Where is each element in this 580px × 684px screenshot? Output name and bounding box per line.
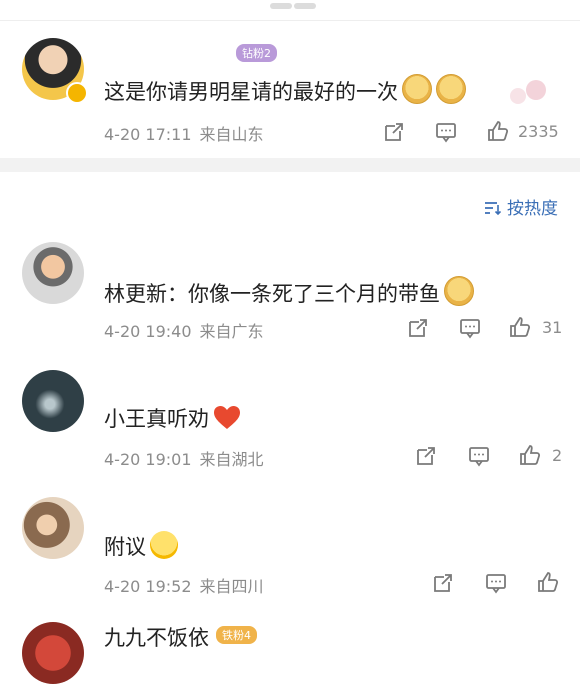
doge-emoji-icon [402, 74, 432, 104]
avatar[interactable] [22, 370, 84, 432]
like-count: 2 [552, 446, 563, 465]
comment-date: 4-20 19:52 [104, 577, 192, 596]
like-icon[interactable] [486, 119, 510, 143]
section-divider [0, 158, 580, 172]
laugh-emoji-icon [150, 531, 178, 559]
fan-badge: 铁粉4 [216, 626, 257, 644]
comment-meta: 4-20 19:40 来自广东 [104, 318, 272, 342]
comment-meta: 4-20 19:52 来自四川 [104, 573, 272, 597]
comment-meta: 4-20 17:11 来自山东 [104, 121, 272, 145]
avatar[interactable] [22, 242, 84, 304]
share-icon[interactable] [431, 571, 455, 595]
comment-location: 来自四川 [199, 577, 264, 596]
comment-text: 林更新：你像一条死了三个月的带鱼 [104, 276, 474, 308]
sort-label: 按热度 [507, 199, 558, 219]
decoration-icon [510, 80, 546, 104]
sort-icon [485, 202, 501, 216]
comment-text: 九九不饭依 [104, 626, 209, 650]
doge-emoji-icon [436, 74, 466, 104]
share-icon[interactable] [382, 120, 406, 144]
comment-text-content: 这是你请男明星请的最好的一次 [104, 80, 398, 104]
like-icon[interactable] [508, 315, 532, 339]
avatar[interactable] [22, 622, 84, 684]
comment-date: 4-20 17:11 [104, 125, 192, 144]
avatar[interactable] [22, 497, 84, 559]
top-bar-title-fragment [270, 0, 340, 9]
comment-location: 来自广东 [199, 322, 264, 341]
heart-emoji-icon [214, 406, 240, 429]
comment-date: 4-20 19:40 [104, 322, 192, 341]
reply-icon[interactable] [484, 571, 508, 595]
reply-icon[interactable] [434, 120, 458, 144]
share-icon[interactable] [414, 444, 438, 468]
like-count: 2335 [518, 122, 559, 141]
comment-text: 附议 [104, 531, 178, 561]
top-bar [0, 0, 580, 21]
like-icon[interactable] [518, 443, 542, 467]
like-count: 31 [542, 318, 563, 337]
comment-text-content: 小王真听劝 [104, 407, 209, 431]
fan-badge: 钻粉2 [236, 44, 277, 62]
reply-icon[interactable] [458, 316, 482, 340]
share-icon[interactable] [406, 316, 430, 340]
sort-by-heat-button[interactable]: 按热度 [483, 194, 558, 219]
verified-icon [66, 82, 88, 104]
comment-meta: 4-20 19:01 来自湖北 [104, 446, 272, 470]
comment-location: 来自山东 [199, 125, 264, 144]
comment-location: 来自湖北 [199, 450, 264, 469]
like-icon[interactable] [536, 570, 560, 594]
reply-icon[interactable] [467, 444, 491, 468]
doge-emoji-icon [444, 276, 474, 306]
comment-date: 4-20 19:01 [104, 450, 192, 469]
comment-text-content: 林更新：你像一条死了三个月的带鱼 [104, 282, 440, 306]
comment-text: 这是你请男明星请的最好的一次 [104, 74, 466, 106]
comment-text-content: 附议 [104, 535, 146, 559]
comment-text: 小王真听劝 [104, 403, 241, 433]
